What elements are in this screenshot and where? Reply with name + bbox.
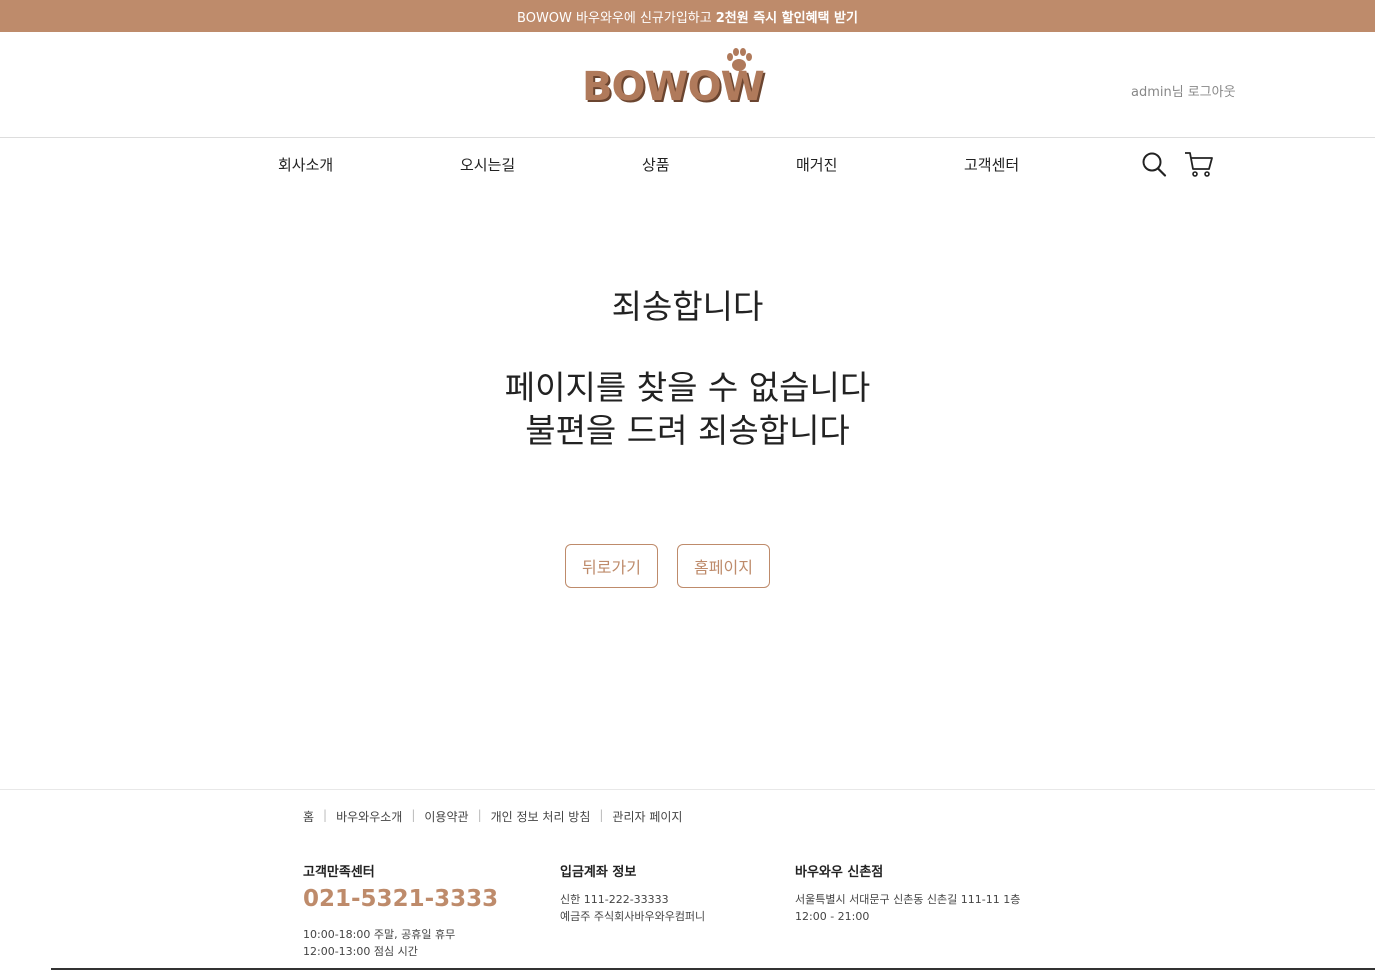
user-name: admin님 <box>1131 85 1184 100</box>
divider: | <box>411 808 416 822</box>
store-hours: 12:00 - 21:00 <box>795 910 870 923</box>
error-title: 죄송합니다 <box>611 287 764 326</box>
support-phone: 021-5321-3333 <box>303 886 499 912</box>
paw-icon <box>727 48 752 71</box>
support-lunch: 12:00-13:00 점심 시간 <box>303 945 418 958</box>
nav-item-products[interactable]: 상품 <box>642 154 670 175</box>
divider: | <box>599 808 604 822</box>
account-bank: 신한 111-222-33333 <box>560 893 669 906</box>
footer-link-about[interactable]: 바우와우소개 <box>336 808 402 825</box>
nav-item-support[interactable]: 고객센터 <box>964 154 1019 175</box>
promo-highlight: 2천원 즉시 할인혜택 받기 <box>715 10 858 26</box>
main-nav: 회사소개 오시는길 상품 매거진 고객센터 <box>0 139 1375 189</box>
error-line-1: 페이지를 찾을 수 없습니다 <box>504 368 871 407</box>
nav-item-magazine[interactable]: 매거진 <box>796 154 837 175</box>
footer-link-home[interactable]: 홈 <box>303 808 314 825</box>
nav-item-company[interactable]: 회사소개 <box>278 154 333 175</box>
search-icon[interactable] <box>1141 150 1167 178</box>
site-header: BOWOW admin님 로그아웃 <box>0 32 1375 138</box>
store-address: 서울특별시 서대문구 신촌동 신촌길 111-11 1층 <box>795 893 1021 906</box>
footer-account: 입금계좌 정보 신한 111-222-33333 예금주 주식회사바우와우컴퍼니 <box>560 864 705 925</box>
error-message: 페이지를 찾을 수 없습니다 불편을 드려 죄송합니다 <box>0 366 1375 452</box>
site-footer: 홈 | 바우와우소개 | 이용약관 | 개인 정보 처리 방침 | 관리자 페이… <box>0 789 1375 970</box>
footer-links: 홈 | 바우와우소개 | 이용약관 | 개인 정보 처리 방침 | 관리자 페이… <box>303 808 682 825</box>
footer-support: 고객만족센터 021-5321-3333 10:00-18:00 주말, 공휴일… <box>303 864 498 960</box>
error-line-2: 불편을 드려 죄송합니다 <box>525 411 850 450</box>
footer-link-privacy[interactable]: 개인 정보 처리 방침 <box>491 808 591 825</box>
footer-link-admin[interactable]: 관리자 페이지 <box>612 808 682 825</box>
support-hours: 10:00-18:00 주말, 공휴일 휴무 <box>303 928 456 941</box>
support-title: 고객만족센터 <box>303 865 375 880</box>
footer-store: 바우와우 신촌점 서울특별시 서대문구 신촌동 신촌길 111-11 1층 12… <box>795 864 1020 925</box>
logout-link[interactable]: 로그아웃 <box>1188 81 1236 100</box>
cart-icon[interactable] <box>1184 150 1214 178</box>
account-title: 입금계좌 정보 <box>560 865 637 880</box>
nav-item-directions[interactable]: 오시는길 <box>460 154 515 175</box>
account-holder: 예금주 주식회사바우와우컴퍼니 <box>560 910 706 923</box>
back-button[interactable]: 뒤로가기 <box>565 544 658 588</box>
home-button[interactable]: 홈페이지 <box>677 544 770 588</box>
user-area: admin님 로그아웃 <box>1131 81 1236 100</box>
footer-link-terms[interactable]: 이용약관 <box>424 808 468 825</box>
logo[interactable]: BOWOW <box>582 46 765 112</box>
divider: | <box>477 808 482 822</box>
store-title: 바우와우 신촌점 <box>795 865 884 880</box>
divider: | <box>323 808 328 822</box>
promo-banner[interactable]: BOWOW 바우와우에 신규가입하고 2천원 즉시 할인혜택 받기 <box>0 0 1375 32</box>
promo-text: BOWOW 바우와우에 신규가입하고 <box>517 10 712 26</box>
